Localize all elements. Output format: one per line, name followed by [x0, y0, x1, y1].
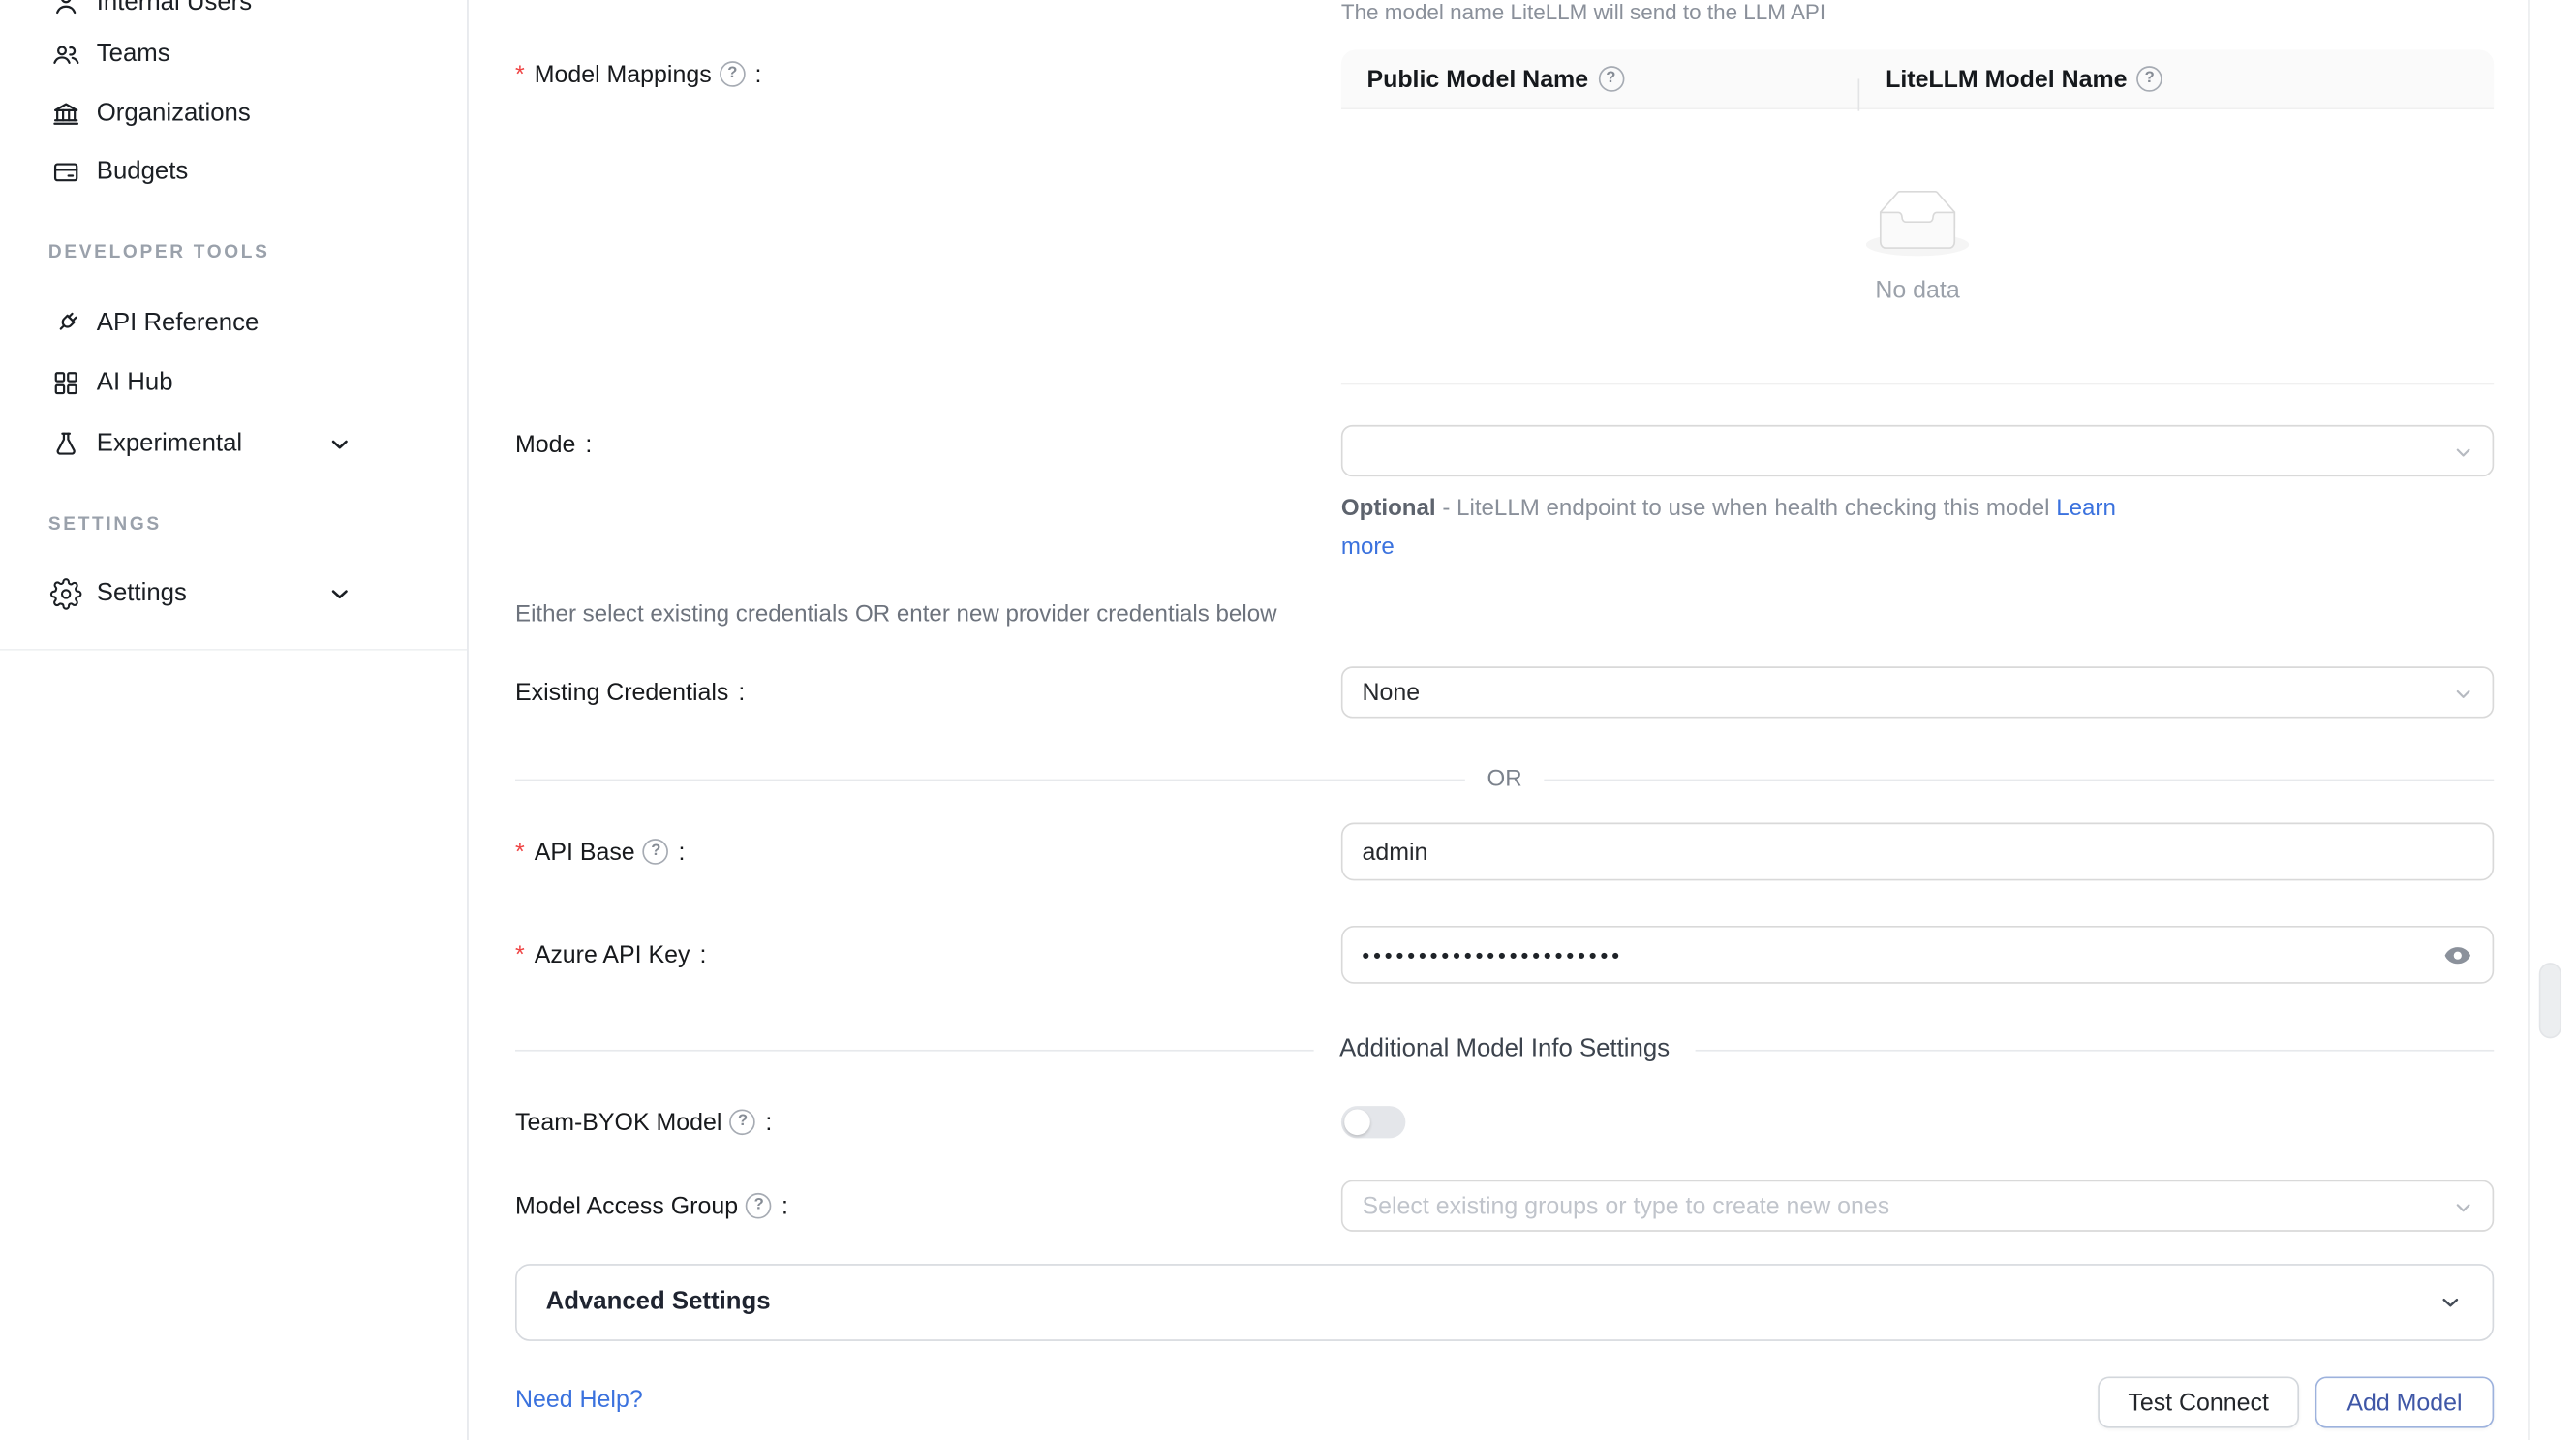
sidebar-item-label: Settings [97, 580, 187, 609]
sidebar-item-settings[interactable]: Settings [0, 566, 467, 624]
model-access-group-select[interactable]: Select existing groups or type to create… [1341, 1180, 2494, 1232]
chevron-down-icon [326, 432, 353, 458]
chevron-down-icon [326, 581, 353, 607]
sidebar: Internal Users Teams Organizations Budge… [0, 0, 469, 1440]
existing-credentials-select[interactable]: None [1341, 666, 2494, 718]
select-placeholder: Select existing groups or type to create… [1362, 1192, 1889, 1219]
mode-select[interactable] [1341, 425, 2494, 476]
chevron-down-icon [2454, 1196, 2473, 1215]
required-marker: * [515, 838, 525, 865]
chevron-down-icon [2454, 683, 2473, 702]
model-access-group-label: Model Access Group ? : [515, 1190, 788, 1222]
gear-icon [50, 578, 82, 610]
chevron-down-icon [2454, 442, 2473, 461]
or-divider: OR [515, 760, 2494, 799]
table-empty-state: No data [1341, 109, 2494, 384]
column-header-public-model-name: Public Model Name ? [1341, 65, 1860, 92]
sidebar-item-budgets[interactable]: Budgets [0, 143, 467, 201]
eye-icon[interactable] [2442, 939, 2473, 970]
advanced-settings-panel[interactable]: Advanced Settings [515, 1264, 2494, 1341]
sidebar-item-ai-hub[interactable]: AI Hub [0, 354, 467, 413]
column-header-litellm-model-name: LiteLLM Model Name ? [1859, 65, 2494, 92]
model-mappings-label: * Model Mappings ? : [515, 58, 761, 90]
sidebar-item-label: Teams [97, 41, 170, 70]
advanced-settings-title: Advanced Settings [546, 1288, 771, 1317]
team-byok-label: Team-BYOK Model ? : [515, 1106, 772, 1138]
sidebar-item-label: Organizations [97, 100, 251, 129]
sidebar-section-settings: SETTINGS [48, 510, 162, 539]
sidebar-section-developer-tools: DEVELOPER TOOLS [48, 238, 270, 267]
help-icon[interactable]: ? [720, 61, 746, 87]
mode-label: Mode : [515, 428, 592, 460]
help-icon[interactable]: ? [1598, 66, 1624, 92]
api-base-label: * API Base ? : [515, 836, 685, 868]
chevron-down-icon [2438, 1290, 2464, 1316]
sidebar-item-label: AI Hub [97, 369, 173, 398]
help-icon[interactable]: ? [2136, 66, 2162, 92]
add-model-page: Internal Users Teams Organizations Budge… [0, 0, 2576, 1440]
mode-helper-text: Optional - LiteLLM endpoint to use when … [1341, 489, 2146, 567]
sidebar-item-teams[interactable]: Teams [0, 26, 467, 84]
sidebar-divider [0, 649, 467, 651]
teams-icon [50, 39, 82, 71]
help-icon[interactable]: ? [730, 1109, 756, 1135]
no-data-text: No data [1875, 276, 1959, 303]
model-mappings-table: Public Model Name ? LiteLLM Model Name ?… [1341, 50, 2494, 383]
sidebar-item-experimental[interactable]: Experimental [0, 415, 467, 474]
api-base-input[interactable] [1362, 838, 2472, 865]
azure-api-key-field-wrap [1341, 926, 2494, 984]
additional-info-divider: Additional Model Info Settings [515, 1030, 2494, 1069]
empty-box-icon [1866, 189, 1969, 262]
required-marker: * [515, 941, 525, 968]
azure-api-key-label: * Azure API Key : [515, 938, 706, 970]
credentials-note: Either select existing credentials OR en… [515, 602, 1277, 628]
sidebar-item-label: Experimental [97, 430, 242, 459]
sidebar-item-label: Budgets [97, 158, 189, 187]
need-help-link[interactable]: Need Help? [515, 1386, 643, 1413]
existing-credentials-label: Existing Credentials : [515, 676, 745, 708]
credit-card-icon [50, 156, 82, 188]
model-name-helper-note: The model name LiteLLM will send to the … [1341, 0, 1825, 24]
user-icon [50, 0, 82, 19]
sidebar-item-organizations[interactable]: Organizations [0, 85, 467, 143]
scrollbar-track[interactable] [2528, 0, 2576, 1440]
team-byok-toggle[interactable] [1341, 1106, 1406, 1138]
table-header: Public Model Name ? LiteLLM Model Name ? [1341, 50, 2494, 110]
add-model-form: The model name LiteLLM will send to the … [467, 0, 2576, 1440]
scrollbar-thumb[interactable] [2539, 963, 2561, 1038]
azure-api-key-input[interactable] [1362, 942, 2429, 966]
plug-icon [50, 308, 82, 340]
toggle-knob [1344, 1109, 1370, 1135]
sidebar-item-api-reference[interactable]: API Reference [0, 294, 467, 352]
required-marker: * [515, 60, 525, 87]
help-icon[interactable]: ? [746, 1193, 772, 1219]
test-connect-button[interactable]: Test Connect [2098, 1376, 2299, 1427]
api-base-field-wrap [1341, 823, 2494, 881]
grid-icon [50, 367, 82, 399]
help-icon[interactable]: ? [643, 839, 669, 865]
bank-icon [50, 98, 82, 130]
add-model-button[interactable]: Add Model [2315, 1376, 2495, 1427]
sidebar-item-label: Internal Users [97, 0, 252, 17]
sidebar-item-label: API Reference [97, 309, 260, 338]
flask-icon [50, 428, 82, 460]
